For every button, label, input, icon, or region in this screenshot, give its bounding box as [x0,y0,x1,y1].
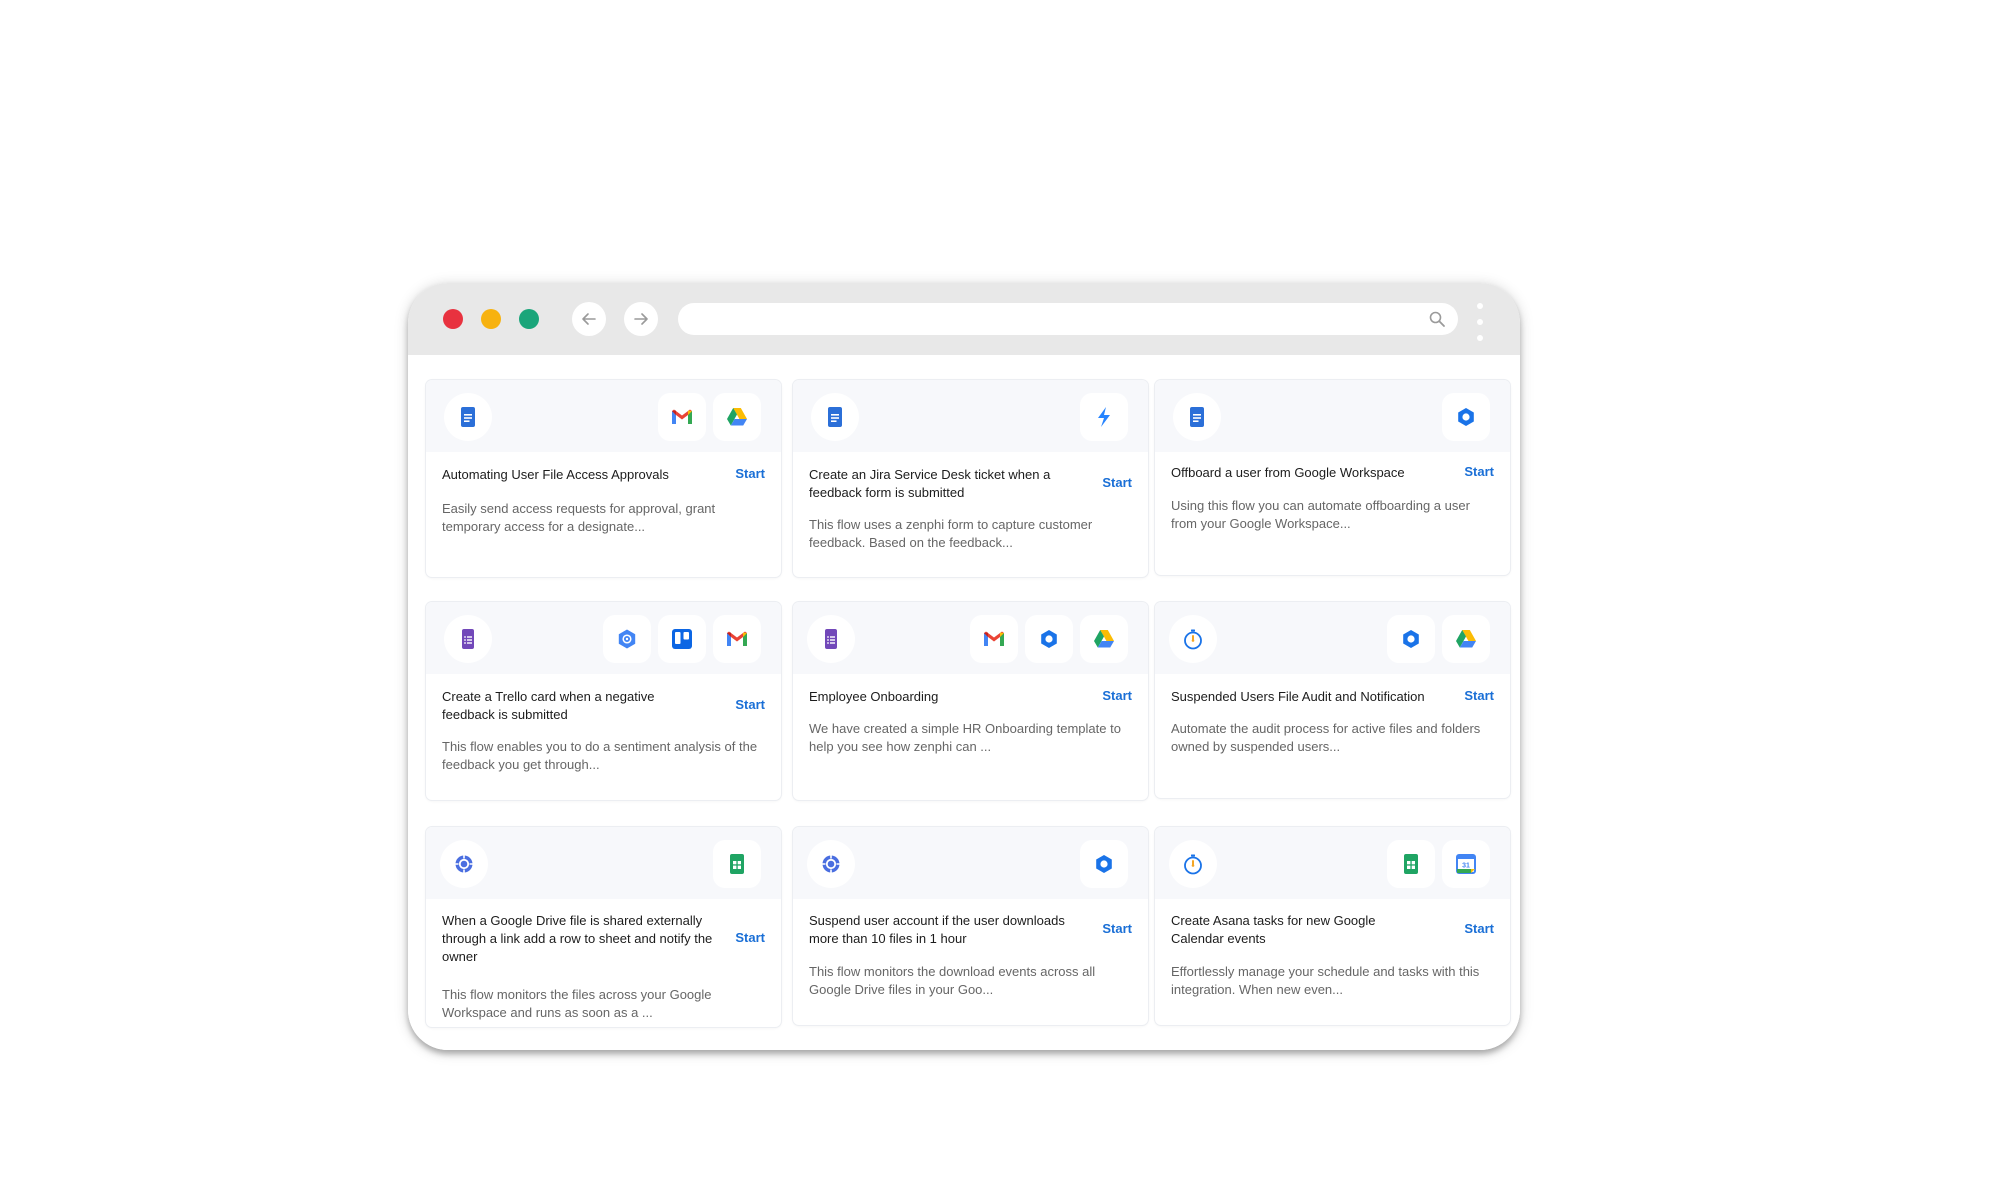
maximize-window-button[interactable] [519,309,539,329]
template-card: 31 Create Asana tasks for new Google Cal… [1155,827,1510,1025]
card-title: Create an Jira Service Desk ticket when … [809,467,1051,500]
card-title: When a Google Drive file is shared exter… [442,913,713,964]
card-description: This flow enables you to do a sentiment … [442,739,758,772]
start-button[interactable]: Start [735,697,765,712]
card-title: Suspend user account if the user downloa… [809,913,1065,946]
google-docs-icon [444,393,492,441]
card-header [426,827,781,899]
browser-window: Automating User File Access Approvals St… [408,283,1520,1050]
minimize-window-button[interactable] [481,309,501,329]
google-cloud-nlp-icon [603,615,651,663]
workspace-event-icon [807,840,855,888]
card-header [793,827,1148,899]
template-card: Offboard a user from Google Workspace St… [1155,380,1510,575]
card-title: Offboard a user from Google Workspace [1171,465,1405,480]
card-description: Automate the audit process for active fi… [1171,721,1481,754]
google-drive-icon [1442,615,1490,663]
start-button[interactable]: Start [1102,688,1132,703]
browser-menu-button[interactable] [1473,303,1487,341]
trello-icon [658,615,706,663]
arrow-right-icon [634,313,648,325]
card-title: Employee Onboarding [809,689,939,704]
close-window-button[interactable] [443,309,463,329]
template-card: When a Google Drive file is shared exter… [426,827,781,1027]
card-description: Easily send access requests for approval… [442,501,716,534]
workspace-event-icon [440,840,488,888]
card-description: This flow monitors the download events a… [809,964,1096,997]
google-admin-icon [1080,840,1128,888]
card-description: This flow monitors the files across your… [442,987,712,1020]
back-button[interactable] [572,302,606,336]
google-drive-icon [713,393,761,441]
google-admin-icon [1442,393,1490,441]
card-header: 31 [1155,827,1510,899]
google-docs-icon [811,393,859,441]
gmail-icon [970,615,1018,663]
google-admin-icon [1387,615,1435,663]
card-title: Create a Trello card when a negative fee… [442,689,655,722]
address-input[interactable] [692,303,1416,337]
google-drive-icon [1080,615,1128,663]
card-header [1155,380,1510,452]
template-card: Suspended Users File Audit and Notificat… [1155,602,1510,798]
svg-text:31: 31 [1462,863,1470,870]
card-header [426,602,781,674]
jira-service-desk-icon [1080,393,1128,441]
card-header [793,380,1148,452]
card-header [793,602,1148,674]
template-card: Suspend user account if the user downloa… [793,827,1148,1025]
template-card: Employee Onboarding Start We have create… [793,602,1148,800]
timer-icon [1169,840,1217,888]
browser-titlebar [408,283,1520,355]
card-title: Automating User File Access Approvals [442,467,669,482]
address-bar[interactable] [678,303,1458,337]
start-button[interactable]: Start [1102,475,1132,490]
template-card: Create a Trello card when a negative fee… [426,602,781,800]
google-forms-icon [807,615,855,663]
card-title: Create Asana tasks for new Google Calend… [1171,913,1376,946]
template-card: Create an Jira Service Desk ticket when … [793,380,1148,577]
start-button[interactable]: Start [1464,921,1494,936]
google-calendar-icon: 31 [1442,840,1490,888]
google-admin-icon [1025,615,1073,663]
start-button[interactable]: Start [735,930,765,945]
card-title: Suspended Users File Audit and Notificat… [1171,689,1425,704]
card-header [426,380,781,452]
start-button[interactable]: Start [1464,464,1494,479]
card-description: Using this flow you can automate offboar… [1171,498,1470,531]
start-button[interactable]: Start [735,466,765,481]
card-description: Effortlessly manage your schedule and ta… [1171,964,1480,997]
arrow-left-icon [582,313,596,325]
card-description: We have created a simple HR Onboarding t… [809,721,1121,754]
google-docs-icon [1173,393,1221,441]
google-sheets-icon [713,840,761,888]
start-button[interactable]: Start [1464,688,1494,703]
gmail-icon [658,393,706,441]
forward-button[interactable] [624,302,658,336]
template-card: Automating User File Access Approvals St… [426,380,781,577]
google-forms-icon [444,615,492,663]
card-description: This flow uses a zenphi form to capture … [809,517,1093,550]
card-header [1155,602,1510,674]
google-sheets-icon [1387,840,1435,888]
gmail-icon [713,615,761,663]
search-icon[interactable] [1428,310,1446,328]
timer-icon [1169,615,1217,663]
start-button[interactable]: Start [1102,921,1132,936]
template-gallery: Automating User File Access Approvals St… [408,355,1520,1050]
